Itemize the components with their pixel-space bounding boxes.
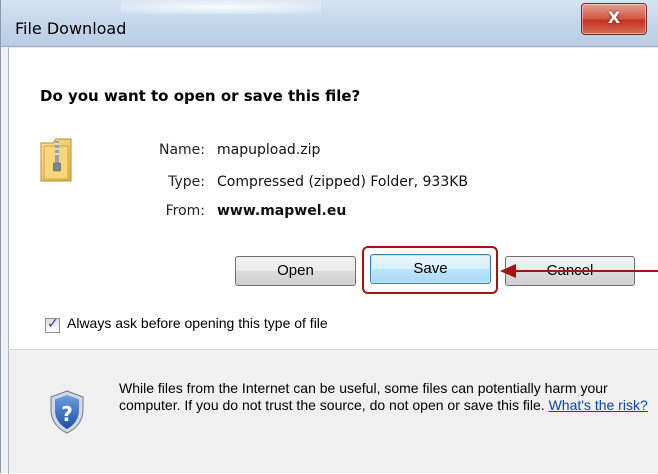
- shield-question-icon: ?: [50, 390, 84, 434]
- zip-folder-icon: [40, 138, 72, 182]
- type-label: Type:: [168, 174, 205, 190]
- file-source-value: www.mapwel.eu: [217, 203, 347, 219]
- warning-message: While files from the Internet can be use…: [119, 380, 608, 413]
- name-label: Name:: [158, 142, 205, 158]
- annotation-arrow: [500, 264, 658, 278]
- save-highlight-box: [362, 246, 498, 294]
- window-title: File Download: [15, 19, 127, 38]
- whats-the-risk-link[interactable]: What's the risk?: [549, 397, 648, 413]
- file-type-value: Compressed (zipped) Folder, 933KB: [217, 174, 469, 190]
- file-name-value: mapupload.zip: [217, 142, 321, 158]
- always-ask-checkbox[interactable]: ✓: [45, 316, 60, 333]
- close-button[interactable]: X: [581, 3, 647, 35]
- svg-text:?: ?: [61, 402, 73, 426]
- security-warning-text: While files from the Internet can be use…: [119, 380, 649, 414]
- checkmark-icon: ✓: [47, 316, 59, 332]
- title-bar-glow: [121, 0, 321, 14]
- dialog-question: Do you want to open or save this file?: [40, 87, 361, 105]
- open-button[interactable]: Open: [235, 256, 356, 286]
- title-bar[interactable]: File Download X: [1, 0, 658, 47]
- from-label: From:: [165, 203, 205, 219]
- always-ask-label[interactable]: Always ask before opening this type of f…: [67, 315, 328, 331]
- close-icon: X: [607, 8, 621, 27]
- file-download-dialog: File Download X Do you want to open or s…: [0, 0, 658, 474]
- divider: [8, 349, 658, 350]
